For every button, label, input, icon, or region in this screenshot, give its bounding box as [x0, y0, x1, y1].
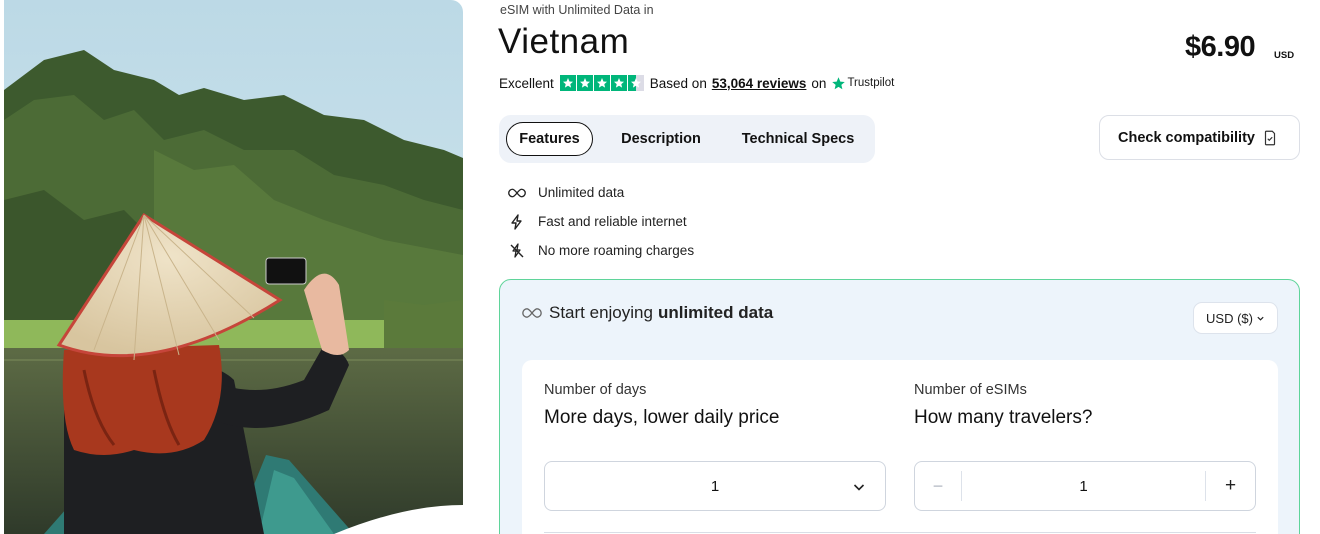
trustpilot-rating: Excellent Based on 53,064 reviews on Tru… — [499, 73, 894, 93]
decrement-button[interactable]: − — [915, 471, 962, 501]
esims-label: Number of eSIMs — [914, 382, 1027, 398]
tab-technical-specs[interactable]: Technical Specs — [733, 122, 863, 156]
trustpilot-name: Trustpilot — [847, 77, 895, 89]
days-dropdown[interactable]: 1 — [544, 461, 886, 511]
price-currency: USD — [1274, 50, 1295, 61]
currency-select-value: USD ($) — [1206, 310, 1253, 326]
page-title: Vietnam — [498, 22, 630, 61]
feature-item: No more roaming charges — [506, 236, 694, 265]
esims-stepper: − 1 + — [914, 461, 1256, 511]
currency-select[interactable]: USD ($) — [1193, 302, 1278, 334]
esims-quantity[interactable]: 1 — [963, 478, 1204, 495]
rating-stars — [559, 75, 644, 91]
feature-text: Unlimited data — [538, 185, 625, 200]
star-half-icon — [627, 75, 644, 91]
trustpilot-star-icon — [832, 76, 846, 89]
rating-label: Excellent — [499, 75, 554, 91]
no-roaming-icon — [506, 242, 528, 259]
infinity-icon — [522, 308, 542, 318]
panel-heading-bold: unlimited data — [657, 303, 774, 322]
trustpilot-logo: Trustpilot — [831, 76, 894, 91]
star-icon — [559, 75, 576, 91]
feature-text: No more roaming charges — [538, 243, 695, 258]
tab-features[interactable]: Features — [506, 122, 593, 156]
feature-item: Fast and reliable internet — [506, 207, 694, 236]
star-icon — [610, 75, 627, 91]
check-compatibility-button[interactable]: Check compatibility — [1099, 115, 1300, 160]
rating-on: on — [811, 75, 827, 91]
feature-list: Unlimited data Fast and reliable interne… — [506, 178, 694, 265]
tab-description[interactable]: Description — [611, 122, 711, 156]
panel-heading: Start enjoying unlimited data — [522, 303, 773, 323]
star-icon — [576, 75, 593, 91]
chevron-down-icon — [853, 484, 865, 491]
lightning-icon — [506, 213, 528, 230]
divider — [544, 532, 1256, 533]
price: $6.90 — [1185, 31, 1256, 63]
plan-config-card: Number of days More days, lower daily pr… — [522, 360, 1278, 534]
product-eyebrow: eSIM with Unlimited Data in — [500, 3, 654, 17]
days-label: Number of days — [544, 382, 647, 398]
chevron-down-icon — [1257, 316, 1264, 321]
feature-item: Unlimited data — [506, 178, 694, 207]
rating-based-on: Based on — [649, 75, 707, 91]
phone-check-icon — [1264, 130, 1276, 146]
check-compatibility-label: Check compatibility — [1118, 129, 1255, 146]
reviews-link[interactable]: 53,064 reviews — [712, 76, 807, 91]
days-subtitle: More days, lower daily price — [544, 407, 780, 428]
feature-text: Fast and reliable internet — [538, 214, 687, 229]
star-icon — [593, 75, 610, 91]
increment-button[interactable]: + — [1205, 471, 1255, 501]
hero-image — [4, 0, 463, 534]
panel-heading-prefix: Start enjoying — [549, 303, 653, 322]
pricing-panel: Start enjoying unlimited data USD ($) Nu… — [499, 279, 1300, 534]
days-value: 1 — [710, 478, 720, 495]
product-tabs: Features Description Technical Specs — [499, 115, 875, 163]
infinity-icon — [506, 185, 528, 201]
esims-subtitle: How many travelers? — [914, 407, 1093, 428]
